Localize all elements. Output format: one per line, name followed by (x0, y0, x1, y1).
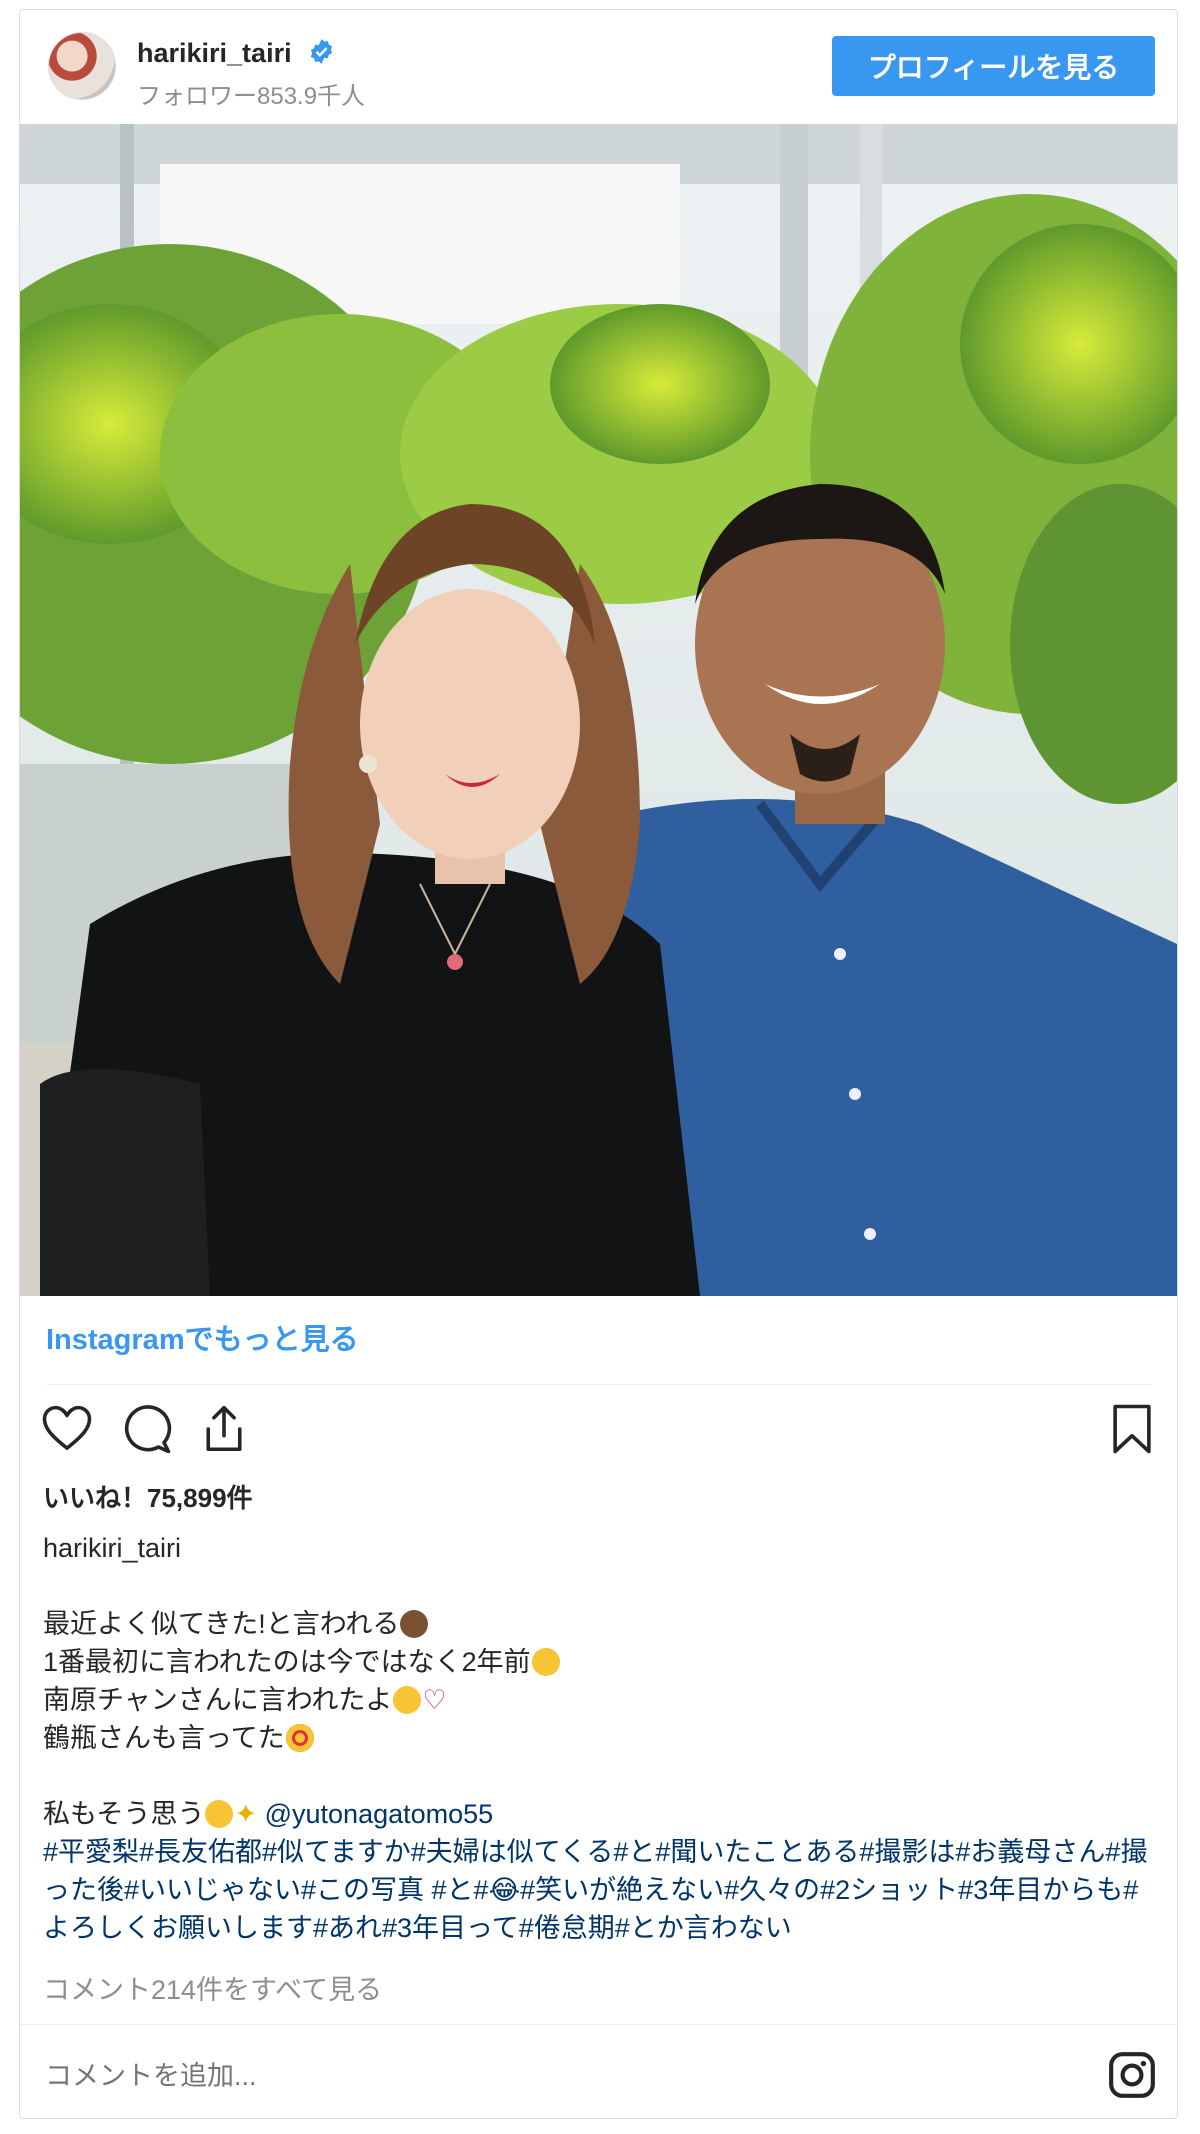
divider (46, 1384, 1151, 1385)
monkey-emoji-icon (400, 1610, 429, 1638)
caption-line-4: 鶴瓶さんも言ってた (43, 1723, 285, 1753)
add-comment-input[interactable] (43, 2060, 1047, 2093)
sparkles-emoji-icon: ✦ (234, 1799, 258, 1829)
hashtags[interactable]: #平愛梨#長友佑都#似てますか#夫婦は似てくる#と#聞いたことある#撮影は#お義… (43, 1833, 1153, 1947)
verified-badge-icon (310, 39, 333, 64)
avatar[interactable] (48, 32, 116, 100)
instagram-logo-icon[interactable] (1107, 2050, 1157, 2100)
mention-link[interactable]: @yutonagatomo55 (265, 1799, 494, 1829)
laughing-emoji-icon (393, 1686, 422, 1714)
divider (20, 2024, 1177, 2025)
caption-line-3: 南原チャンさんに言われたよ (43, 1685, 393, 1715)
heart-emoji-icon: ♡ (422, 1685, 447, 1715)
follower-count: フォロワー853.9千人 (137, 83, 366, 110)
heart-eyes-emoji-icon (285, 1724, 314, 1752)
heart-icon[interactable] (40, 1402, 94, 1456)
photo-illustration (20, 124, 1177, 1296)
share-icon[interactable] (197, 1402, 251, 1456)
username[interactable]: harikiri_tairi (137, 38, 292, 69)
caption-line-2: 1番最初に言われたのは今ではなく2年前 (43, 1647, 531, 1677)
view-more-on-instagram-link[interactable]: Instagramでもっと見る (46, 1316, 359, 1358)
post-caption: 最近よく似てきた!と言われる 1番最初に言われたのは今ではなく2年前 南原チャン… (43, 1605, 1153, 1947)
caption-username[interactable]: harikiri_tairi (43, 1533, 181, 1564)
flushed-emoji-icon (205, 1800, 234, 1828)
caption-line-1: 最近よく似てきた!と言われる (43, 1609, 400, 1639)
like-count[interactable]: いいね！75,899件 (43, 1478, 253, 1515)
post-photo[interactable] (20, 124, 1177, 1296)
post-header: harikiri_tairi フォロワー853.9千人 プロフィールを見る (20, 10, 1177, 124)
caption-line-5: 私もそう思う (43, 1799, 205, 1829)
comment-icon[interactable] (119, 1402, 173, 1456)
instagram-embed-card: harikiri_tairi フォロワー853.9千人 プロフィールを見る In… (19, 9, 1178, 2119)
bookmark-icon[interactable] (1105, 1402, 1159, 1456)
view-all-comments-link[interactable]: コメント214件をすべて見る (43, 1968, 382, 2007)
view-profile-button[interactable]: プロフィールを見る (832, 36, 1155, 96)
grin-emoji-icon (531, 1648, 560, 1676)
